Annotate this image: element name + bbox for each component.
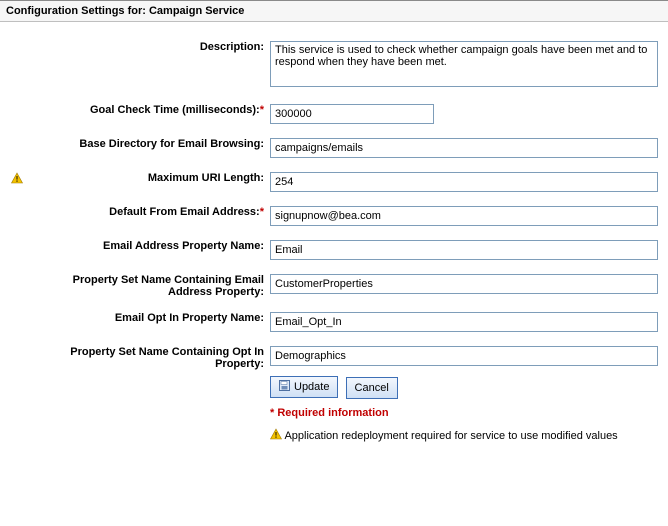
required-asterisk: * [260,206,264,218]
label-ps-email: Property Set Name Containing Email Addre… [73,274,264,298]
property-set-optin-input[interactable] [270,346,658,366]
disk-icon [279,380,290,394]
redeploy-note: Application redeployment required for se… [270,428,658,446]
form-layout: Description: This service is used to che… [10,30,658,454]
cancel-button-label: Cancel [355,382,389,394]
cancel-button[interactable]: Cancel [346,377,398,399]
email-property-name-input[interactable] [270,240,658,260]
redeploy-note-text: Application redeployment required for se… [284,430,617,442]
optin-property-name-input[interactable] [270,312,658,332]
title-name: Campaign Service [149,5,244,17]
label-email-prop: Email Address Property Name: [103,240,264,252]
default-from-email-input[interactable] [270,206,658,226]
required-note-text: * Required information [270,407,389,419]
base-directory-input[interactable] [270,138,658,158]
property-set-email-input[interactable] [270,274,658,294]
label-ps-optin: Property Set Name Containing Opt In Prop… [70,346,264,370]
max-uri-length-input[interactable] [270,172,658,192]
config-form: Description: This service is used to che… [0,22,668,454]
update-button-label: Update [294,381,329,393]
warning-icon [11,172,23,187]
label-default-from: Default From Email Address: [109,206,260,218]
update-button[interactable]: Update [270,376,338,398]
required-asterisk: * [260,104,264,116]
required-note: * Required information [270,405,658,422]
goal-check-time-input[interactable] [270,104,434,124]
label-max-uri: Maximum URI Length: [148,172,264,184]
warning-icon [270,428,282,446]
label-goal-check: Goal Check Time (milliseconds): [90,104,260,116]
title-prefix: Configuration Settings for: [6,5,149,17]
label-optin-prop: Email Opt In Property Name: [115,312,264,324]
label-description: Description: [200,41,264,53]
page-title: Configuration Settings for: Campaign Ser… [0,0,668,22]
description-textarea[interactable]: This service is used to check whether ca… [270,41,658,87]
label-base-dir: Base Directory for Email Browsing: [79,138,264,150]
